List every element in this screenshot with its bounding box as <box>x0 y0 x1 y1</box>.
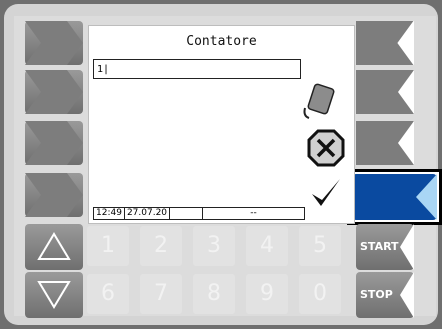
confirm-checkmark-icon[interactable] <box>309 176 343 212</box>
display-screen: Contatore 1| 12:49 27.07.20 -- <box>88 25 355 224</box>
status-field-3 <box>170 208 204 219</box>
right-softkey-3[interactable] <box>356 121 414 165</box>
key-4[interactable]: 4 <box>246 226 288 266</box>
start-button[interactable]: START <box>356 224 414 270</box>
key-8[interactable]: 8 <box>193 274 235 314</box>
key-7[interactable]: 7 <box>140 274 182 314</box>
cancel-icon[interactable] <box>307 129 345 167</box>
right-softkey-4-active[interactable] <box>352 174 437 220</box>
right-softkey-1[interactable] <box>356 21 414 65</box>
status-bar: 12:49 27.07.20 -- <box>93 207 305 220</box>
stop-button[interactable]: STOP <box>356 272 414 318</box>
key-6[interactable]: 6 <box>87 274 129 314</box>
left-softkey-1[interactable] <box>25 21 83 65</box>
key-9[interactable]: 9 <box>246 274 288 314</box>
key-5[interactable]: 5 <box>299 226 341 266</box>
key-1[interactable]: 1 <box>87 226 129 266</box>
right-softkey-2[interactable] <box>356 70 414 114</box>
key-0[interactable]: 0 <box>299 274 341 314</box>
counter-input[interactable]: 1| <box>93 59 301 79</box>
left-softkey-2[interactable] <box>25 70 83 114</box>
status-date: 27.07.20 <box>125 208 171 219</box>
status-time: 12:49 <box>94 208 125 219</box>
arrow-up-button[interactable] <box>25 224 83 270</box>
eraser-icon[interactable] <box>301 78 341 120</box>
arrow-down-button[interactable] <box>25 272 83 318</box>
page-title: Contatore <box>186 34 257 49</box>
status-field-4: -- <box>250 208 257 218</box>
key-2[interactable]: 2 <box>140 226 182 266</box>
key-3[interactable]: 3 <box>193 226 235 266</box>
left-softkey-4[interactable] <box>25 173 83 217</box>
left-softkey-3[interactable] <box>25 121 83 165</box>
terminal-device: START STOP Contatore 1| 12:49 27.07.20 -… <box>4 4 442 325</box>
